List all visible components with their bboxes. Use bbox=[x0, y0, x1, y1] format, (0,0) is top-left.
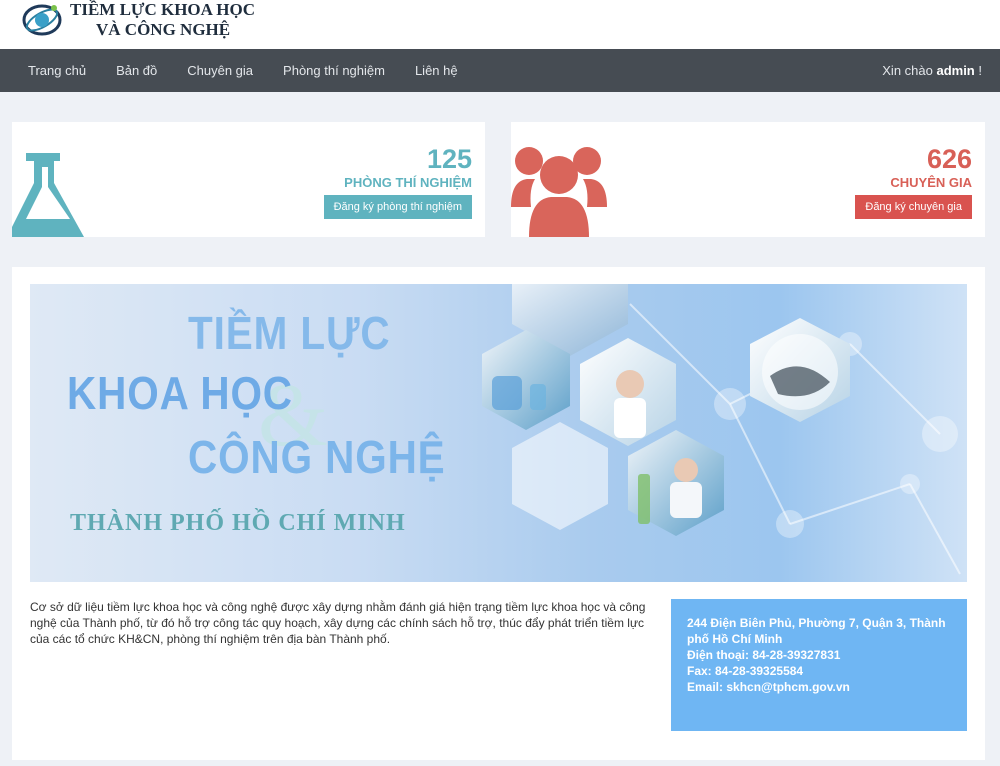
banner-city: THÀNH PHỐ HỒ CHÍ MINH bbox=[70, 510, 406, 536]
globe-atom-icon[interactable] bbox=[20, 0, 64, 40]
greeting-username: admin bbox=[936, 63, 975, 78]
main-content-panel: TIỀM LỰC & KHOA HỌC CÔNG NGHỆ THÀNH PHỐ … bbox=[12, 267, 985, 760]
site-description: Cơ sở dữ liệu tiềm lực khoa học và công … bbox=[30, 600, 646, 646]
lab-stat-card: 125 PHÒNG THÍ NGHIỆM Đăng ký phòng thí n… bbox=[12, 122, 485, 237]
expert-label: CHUYÊN GIA bbox=[890, 175, 972, 190]
banner-title-line-3: CÔNG NGHỆ bbox=[188, 431, 446, 483]
greeting-prefix: Xin chào bbox=[882, 63, 937, 78]
logo-line-2: VÀ CÔNG NGHỆ bbox=[96, 20, 231, 39]
hexagon-photo-collage bbox=[482, 284, 961, 575]
greeting-suffix: ! bbox=[974, 63, 982, 78]
contact-address: 244 Điện Biên Phủ, Phường 7, Quận 3, Thà… bbox=[687, 616, 946, 646]
register-lab-button[interactable]: Đăng ký phòng thí nghiệm bbox=[323, 195, 472, 219]
register-expert-button[interactable]: Đăng ký chuyên gia bbox=[855, 195, 972, 219]
contact-info-box: 244 Điện Biên Phủ, Phường 7, Quận 3, Thà… bbox=[671, 599, 967, 731]
nav-item-map[interactable]: Bản đồ bbox=[116, 63, 157, 78]
lab-count: 125 bbox=[426, 144, 472, 174]
contact-fax: Fax: 84-28-39325584 bbox=[687, 664, 804, 678]
site-header: TIỀM LỰC KHOA HỌC VÀ CÔNG NGHỆ bbox=[0, 0, 1000, 49]
lab-label: PHÒNG THÍ NGHIỆM bbox=[344, 175, 472, 190]
site-logo-title[interactable]: TIỀM LỰC KHOA HỌC VÀ CÔNG NGHỆ bbox=[70, 0, 255, 40]
contact-email[interactable]: Email: skhcn@tphcm.gov.vn bbox=[687, 679, 951, 695]
hero-banner: TIỀM LỰC & KHOA HỌC CÔNG NGHỆ THÀNH PHỐ … bbox=[30, 284, 967, 582]
user-greeting[interactable]: Xin chào admin ! bbox=[882, 63, 982, 78]
users-icon bbox=[511, 147, 607, 237]
logo-line-1: TIỀM LỰC KHOA HỌC bbox=[70, 0, 255, 19]
nav-item-contact[interactable]: Liên hệ bbox=[415, 63, 458, 78]
contact-phone: Điện thoại: 84-28-39327831 bbox=[687, 648, 841, 662]
nav-item-home[interactable]: Trang chủ bbox=[28, 63, 86, 78]
expert-stat-summary: 626 CHUYÊN GIA Đăng ký chuyên gia bbox=[855, 144, 972, 219]
banner-title-line-2: KHOA HỌC bbox=[67, 367, 293, 419]
expert-count: 626 bbox=[926, 144, 972, 174]
flask-icon bbox=[12, 153, 84, 237]
lab-stat-summary: 125 PHÒNG THÍ NGHIỆM Đăng ký phòng thí n… bbox=[323, 144, 472, 219]
nav-item-experts[interactable]: Chuyên gia bbox=[187, 63, 253, 78]
nav-item-labs[interactable]: Phòng thí nghiệm bbox=[283, 63, 385, 78]
expert-stat-card: 626 CHUYÊN GIA Đăng ký chuyên gia bbox=[511, 122, 985, 237]
banner-title-line-1: TIỀM LỰC bbox=[188, 307, 391, 359]
main-navbar: Trang chủ Bản đồ Chuyên gia Phòng thí ng… bbox=[0, 49, 1000, 92]
